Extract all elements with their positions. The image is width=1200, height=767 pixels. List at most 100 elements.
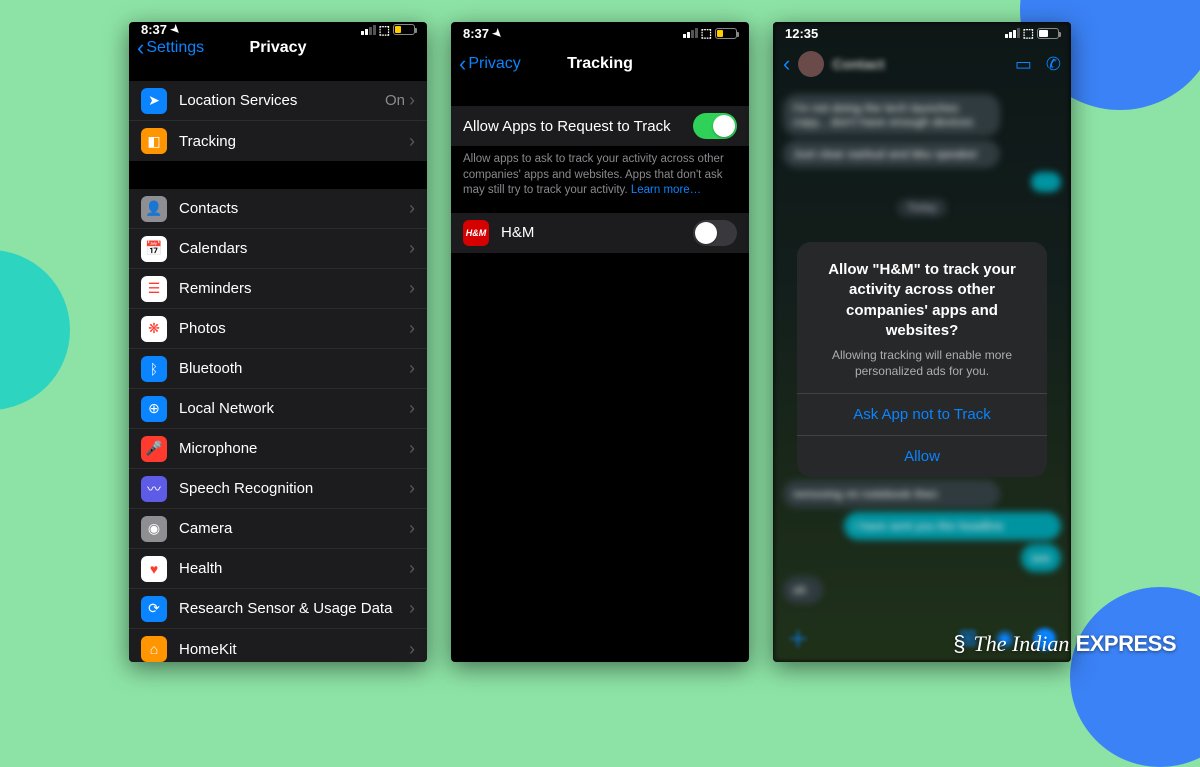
phone-privacy-settings: 8:37 ➤ ⬚ ‹ Settings Privacy ➤ Location Se… [129,22,427,662]
chat-header: ‹ Contact ▭ ✆ [773,44,1071,84]
photos-icon: ❋ [141,316,167,342]
battery-icon [393,24,415,35]
settings-row[interactable]: ◧ Tracking› [129,121,427,161]
status-bar: 8:37 ➤ ⬚ [451,22,749,44]
phone-tracking-settings: 8:37 ➤ ⬚ ‹ Privacy Tracking Allow Apps t… [451,22,749,662]
homekit-icon: ⌂ [141,636,167,662]
hm-tracking-toggle[interactable] [693,220,737,246]
chat-bubble-outgoing: see [1021,544,1061,572]
section-footer: Allow apps to ask to track your activity… [451,146,749,199]
tracking-permission-alert: Allow "H&M" to track your activity acros… [797,242,1047,477]
chat-bubble-outgoing [1031,172,1061,192]
back-label: Privacy [468,55,520,73]
chevron-right-icon: › [409,198,415,219]
settings-row[interactable]: ⊕Local Network› [129,389,427,429]
row-label: HomeKit [179,641,409,658]
row-label: Reminders [179,280,409,297]
express-logo-icon: § [953,631,965,657]
row-label: Tracking [179,133,409,150]
chat-bubble-incoming: oh [783,576,823,604]
microphone-icon: 🎤 [141,436,167,462]
learn-more-link[interactable]: Learn more… [631,184,701,196]
settings-row[interactable]: 📅Calendars› [129,229,427,269]
chevron-left-icon: ‹ [137,37,144,59]
row-label: Microphone [179,440,409,457]
add-attachment-icon[interactable]: ＋ [787,622,809,654]
back-label: Settings [146,39,204,57]
settings-row[interactable]: ➤Location ServicesOn› [129,81,427,121]
chevron-right-icon: › [409,131,415,152]
audio-call-icon[interactable]: ✆ [1046,54,1061,75]
location-services-icon: ➤ [141,88,167,114]
location-arrow-icon: ➤ [490,25,506,41]
chat-contact-name[interactable]: Contact [832,56,1001,72]
row-label: Calendars [179,240,409,257]
wifi-icon: ⬚ [701,26,712,40]
avatar[interactable] [798,51,824,77]
status-bar: 8:37 ➤ ⬚ [129,22,427,37]
row-label: Contacts [179,200,409,217]
settings-row[interactable]: 👤 Contacts› [129,189,427,229]
chat-bubble-incoming: removing mi notebook then [783,480,1000,508]
bluetooth-icon: ᛒ [141,356,167,382]
settings-row[interactable]: ⌂HomeKit› [129,629,427,662]
row-label: Research Sensor & Usage Data [179,600,409,617]
signal-icon [683,28,698,38]
chevron-right-icon: › [409,318,415,339]
alert-title: Allow "H&M" to track your activity acros… [813,260,1031,341]
back-button[interactable]: ‹ Settings [137,37,204,59]
research-sensor-usage-data-icon: ⟳ [141,596,167,622]
row-label: Photos [179,320,409,337]
battery-icon [715,28,737,39]
chevron-right-icon: › [409,90,415,111]
status-time: 8:37 [141,22,167,37]
row-label: H&M [501,224,693,241]
app-tracking-row[interactable]: H&M H&M [451,213,749,253]
video-call-icon[interactable]: ▭ [1015,54,1032,75]
local-network-icon: ⊕ [141,396,167,422]
signal-icon [1005,28,1020,38]
nav-header: ‹ Settings Privacy [129,37,427,59]
settings-row[interactable]: ◉Camera› [129,509,427,549]
allow-tracking-row[interactable]: Allow Apps to Request to Track [451,106,749,146]
settings-row[interactable]: ☰ Reminders› [129,269,427,309]
chevron-right-icon: › [409,518,415,539]
wifi-icon: ⬚ [1023,26,1034,40]
reminders-icon: ☰ [141,276,167,302]
chevron-right-icon: › [409,598,415,619]
row-label: Camera [179,520,409,537]
settings-row[interactable]: ♥Health› [129,549,427,589]
ask-not-to-track-button[interactable]: Ask App not to Track [797,393,1047,435]
health-icon: ♥ [141,556,167,582]
chat-bubble-incoming: I'm not doing the tech launches copy... … [783,94,1000,136]
chat-messages: I'm not doing the tech launches copy... … [773,84,1071,230]
row-label: Speech Recognition [179,480,409,497]
chevron-right-icon: › [409,438,415,459]
row-label: Local Network [179,400,409,417]
chevron-left-icon: ‹ [459,53,466,75]
settings-row[interactable]: 🎤 Microphone› [129,429,427,469]
day-separator: Today [783,202,1061,214]
allow-button[interactable]: Allow [797,435,1047,477]
tracking-icon: ◧ [141,128,167,154]
back-button[interactable]: ‹ Privacy [459,53,521,75]
row-label: Location Services [179,92,385,109]
settings-row[interactable]: ᛒBluetooth› [129,349,427,389]
watermark-prefix: The Indian [973,631,1069,656]
settings-row[interactable]: ❋ Photos› [129,309,427,349]
chevron-right-icon: › [409,478,415,499]
back-button[interactable]: ‹ [783,51,790,77]
settings-row[interactable]: 〰 Speech Recognition› [129,469,427,509]
chevron-right-icon: › [409,278,415,299]
settings-row[interactable]: ⟳ Research Sensor & Usage Data› [129,589,427,629]
chevron-right-icon: › [409,558,415,579]
contacts-icon: 👤 [141,196,167,222]
status-bar: 12:35 ⬚ [773,22,1071,44]
chevron-right-icon: › [409,358,415,379]
row-label: Allow Apps to Request to Track [463,118,693,135]
allow-tracking-toggle[interactable] [693,113,737,139]
calendars-icon: 📅 [141,236,167,262]
phone-tracking-prompt: 12:35 ⬚ ‹ Contact ▭ ✆ I'm not doing the … [773,22,1071,662]
speech-recognition-icon: 〰 [141,476,167,502]
location-arrow-icon: ➤ [168,22,184,37]
